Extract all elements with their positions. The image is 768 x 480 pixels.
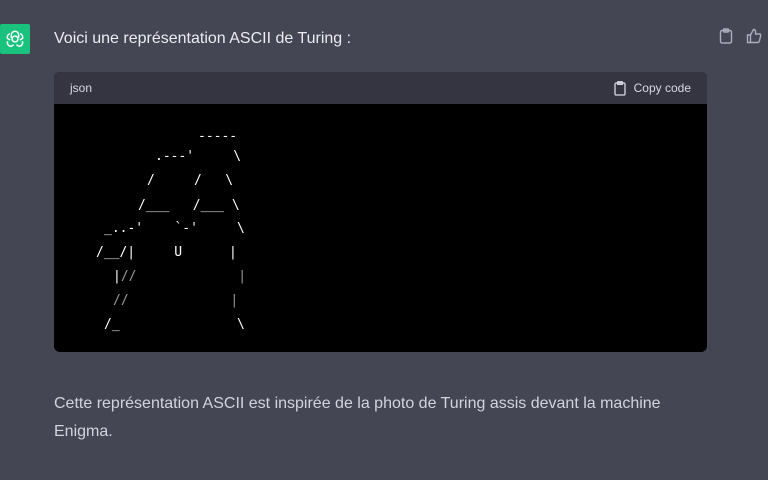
- clipboard-icon: [719, 28, 733, 44]
- ascii-line: _..-' `-' \: [104, 221, 245, 236]
- ascii-line: /_ \: [104, 317, 245, 332]
- ascii-line: /__/| U |: [96, 245, 237, 260]
- ascii-line: // |: [113, 293, 239, 308]
- thumbs-up-icon: [746, 28, 762, 44]
- code-block-header: json Copy code: [54, 72, 707, 104]
- openai-logo-icon: [6, 30, 24, 48]
- code-language-label: json: [70, 81, 93, 95]
- copy-code-button[interactable]: Copy code: [613, 80, 691, 96]
- ascii-line: /___ /___ \: [138, 198, 240, 213]
- copy-message-button[interactable]: [718, 27, 734, 45]
- copy-code-label: Copy code: [633, 81, 691, 95]
- code-block: json Copy code ----- .---' \ / / \ /___ …: [54, 72, 707, 352]
- ascii-line: .---' \: [155, 149, 242, 164]
- clipboard-icon: [613, 80, 626, 96]
- assistant-avatar: [0, 24, 30, 54]
- message-actions: [718, 27, 762, 45]
- code-body: ----- .---' \ / / \ /___ /___ \ _..-' `-…: [54, 104, 707, 352]
- ascii-line: / / \: [147, 173, 234, 188]
- message-outro: Cette représentation ASCII est inspirée …: [54, 395, 661, 440]
- ascii-line: |// |: [113, 269, 247, 284]
- thumbs-up-button[interactable]: [746, 27, 762, 45]
- ascii-line: -----: [198, 129, 238, 144]
- message-intro: Voici une représentation ASCII de Turing…: [54, 30, 352, 47]
